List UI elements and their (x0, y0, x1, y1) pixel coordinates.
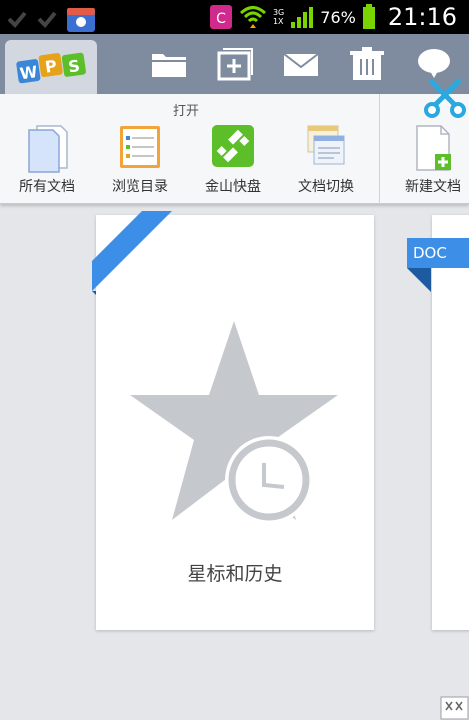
doc-tag-fold (407, 268, 431, 292)
corner-ribbon (92, 211, 172, 295)
clock: 21:16 (387, 3, 457, 31)
check-icon (37, 11, 57, 28)
top-toolbar: W P S (0, 34, 469, 94)
all-documents-label: 所有文档 (19, 179, 75, 195)
all-documents-icon (28, 125, 68, 173)
open-panel: 打开 所有文档 浏览目录 金山快盘 文档切换 新建文档 (0, 94, 469, 204)
kingsoft-kuaipan-button[interactable]: 金山快盘 (193, 124, 273, 200)
svg-text:W: W (19, 62, 39, 83)
kingsoft-kuaipan-label: 金山快盘 (205, 179, 261, 195)
all-documents-button[interactable]: 所有文档 (7, 124, 87, 200)
check-icon (7, 11, 27, 28)
new-document-label: 新建文档 (405, 179, 461, 195)
switch-documents-label: 文档切换 (298, 179, 354, 195)
signal-icon (291, 7, 314, 28)
new-tab-icon[interactable] (214, 46, 254, 82)
browse-directory-label: 浏览目录 (112, 179, 168, 195)
network-type: 3G 1X (273, 8, 284, 26)
network-type-bottom: 1X (272, 17, 284, 26)
browse-directory-button[interactable]: 浏览目录 (100, 124, 180, 200)
network-type-top: 3G (272, 8, 285, 17)
open-folder-icon[interactable] (149, 46, 189, 82)
scissors-icon[interactable] (424, 74, 469, 120)
open-panel-title: 打开 (172, 104, 199, 119)
delete-icon[interactable] (347, 46, 387, 82)
wps-logo: W P S (16, 52, 86, 83)
browse-directory-icon (120, 126, 160, 168)
mail-icon[interactable] (281, 46, 321, 82)
status-bar: C 3G 1X 76% 21:16 (0, 0, 469, 34)
doc-card[interactable] (432, 215, 469, 630)
app-notification-icon: C (209, 5, 232, 29)
star-history-card[interactable]: 星标和历史 (92, 211, 374, 630)
star-history-icon (130, 321, 338, 524)
new-document-icon (416, 125, 451, 171)
app-store-icon (67, 8, 95, 32)
wps-home-tab[interactable]: W P S (5, 40, 97, 94)
panel-divider (379, 94, 380, 204)
wifi-icon (239, 6, 266, 28)
battery-percent: 76% (320, 7, 356, 27)
app-badge-letter: C (216, 11, 226, 27)
kingsoft-kuaipan-icon (212, 125, 254, 167)
new-document-button[interactable]: 新建文档 (393, 124, 469, 200)
star-history-label: 星标和历史 (187, 563, 283, 585)
thumbnail-edge-icon (440, 696, 469, 720)
switch-documents-icon (307, 125, 345, 165)
doc-type-tag: DOC (407, 238, 469, 268)
battery-icon (362, 4, 375, 29)
switch-documents-button[interactable]: 文档切换 (286, 124, 366, 200)
